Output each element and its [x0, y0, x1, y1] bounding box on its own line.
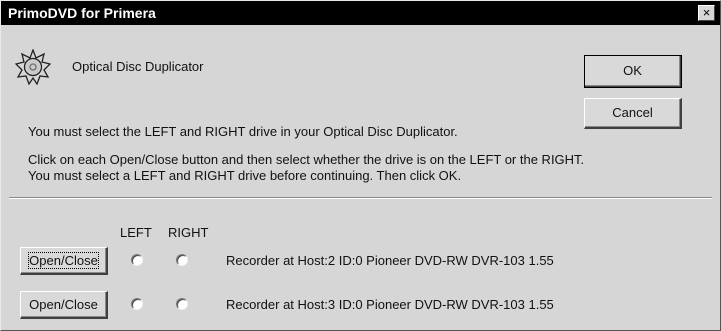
instruction-text-3: You must select a LEFT and RIGHT drive b… — [28, 168, 462, 183]
drive1-label: Recorder at Host:2 ID:0 Pioneer DVD-RW D… — [226, 253, 554, 268]
cancel-button[interactable]: Cancel — [584, 98, 682, 129]
divider — [9, 197, 712, 199]
close-button[interactable]: × — [698, 5, 715, 21]
close-icon: × — [702, 5, 711, 20]
open-close-button-1[interactable]: Open/Close — [20, 247, 108, 275]
starburst-disc-icon — [15, 49, 51, 85]
instruction-text: You must select the LEFT and RIGHT drive… — [28, 124, 458, 139]
drive1-left-radio[interactable] — [131, 254, 143, 266]
ok-button[interactable]: OK — [584, 55, 682, 88]
drive2-left-radio[interactable] — [131, 298, 143, 310]
primodvd-dialog: PrimoDVD for Primera × Optical Disc Dupl… — [0, 0, 721, 331]
open-close-label: Open/Close — [29, 297, 98, 312]
app-label: Optical Disc Duplicator — [72, 59, 204, 74]
instruction-text-2: Click on each Open/Close button and then… — [28, 152, 585, 167]
drive2-label: Recorder at Host:3 ID:0 Pioneer DVD-RW D… — [226, 297, 554, 312]
title-bar[interactable]: PrimoDVD for Primera × — [1, 1, 720, 25]
drive2-right-radio[interactable] — [176, 298, 188, 310]
right-column-header: RIGHT — [168, 225, 209, 240]
drive1-right-radio[interactable] — [176, 254, 188, 266]
open-close-button-2[interactable]: Open/Close — [20, 291, 108, 319]
window-title: PrimoDVD for Primera — [8, 5, 156, 21]
left-column-header: LEFT — [120, 225, 152, 240]
open-close-label: Open/Close — [28, 252, 99, 269]
